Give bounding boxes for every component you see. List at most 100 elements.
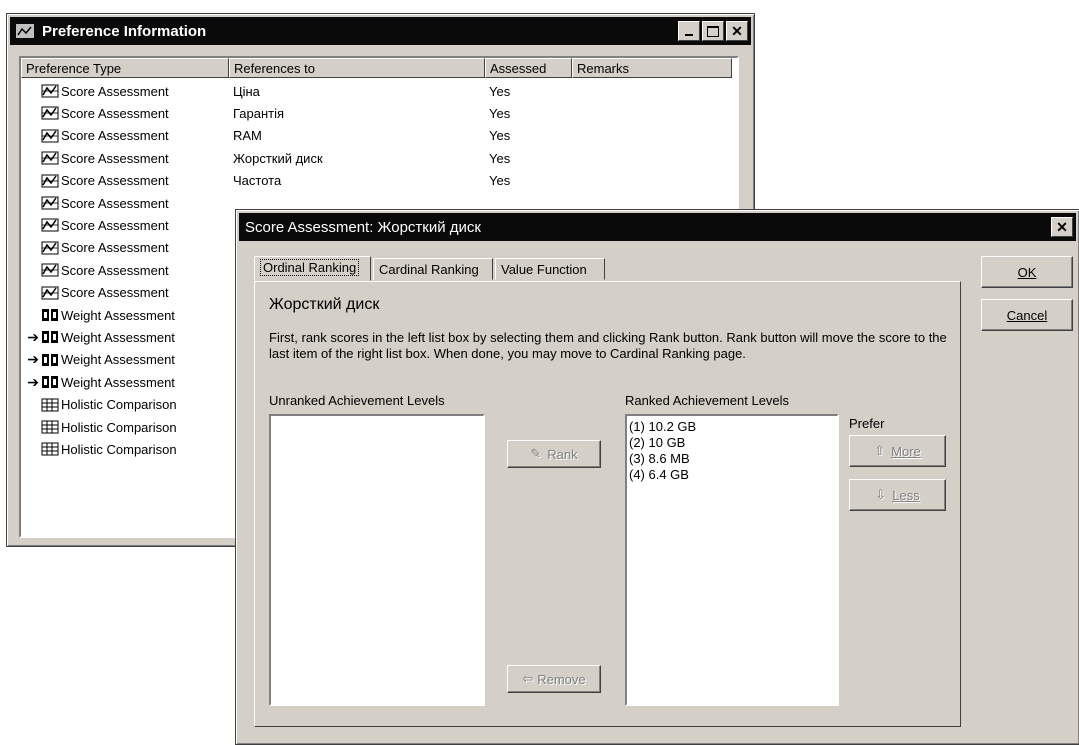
- holistic-icon: [41, 420, 59, 434]
- preference-row[interactable]: Score Assessment Жорсткий диск Yes: [21, 147, 737, 169]
- preference-type-cell: ➔ Weight Assessment: [21, 351, 229, 368]
- score-icon: [41, 263, 59, 277]
- preference-type-label: Score Assessment: [61, 195, 169, 211]
- unranked-levels-label: Unranked Achievement Levels: [269, 393, 445, 408]
- weight-icon: [42, 309, 58, 321]
- column-header-preference-type[interactable]: Preference Type: [21, 58, 229, 78]
- tab-strip: Ordinal Ranking Cardinal Ranking Value F…: [254, 256, 614, 282]
- preference-row[interactable]: Score Assessment RAM Yes: [21, 125, 737, 147]
- score-icon: [41, 218, 59, 232]
- preference-type-label: Score Assessment: [61, 150, 169, 166]
- preference-type-label: Holistic Comparison: [61, 397, 177, 413]
- preference-type-label: Holistic Comparison: [61, 441, 177, 457]
- references-to-cell: Гарантія: [233, 105, 285, 121]
- weight-icon: [42, 376, 58, 389]
- score-icon: [41, 84, 59, 98]
- preference-type-cell: Holistic Comparison: [21, 397, 229, 412]
- preference-type-cell: Score Assessment: [21, 106, 229, 121]
- preference-type-label: Score Assessment: [61, 285, 169, 301]
- preference-type-cell: Holistic Comparison: [21, 442, 229, 457]
- preference-type-cell: Score Assessment: [21, 84, 229, 99]
- preference-type-label: Weight Assessment: [61, 352, 175, 368]
- assessed-cell: Yes: [489, 173, 511, 189]
- ranked-levels-label: Ranked Achievement Levels: [625, 393, 790, 408]
- ranked-level-item[interactable]: (1) 10.2 GB: [627, 419, 837, 435]
- attribute-heading: Жорсткий диск: [269, 296, 380, 313]
- rank-button[interactable]: ✎ Rank: [507, 440, 601, 468]
- preference-type-cell: Score Assessment: [21, 285, 229, 300]
- unranked-levels-listbox[interactable]: [269, 414, 485, 706]
- close-icon: ✕: [1056, 218, 1068, 235]
- score-icon: [41, 174, 59, 188]
- cancel-button[interactable]: Cancel: [981, 299, 1073, 331]
- column-header-remarks[interactable]: Remarks: [572, 58, 732, 78]
- preference-row[interactable]: Score Assessment Ціна Yes: [21, 80, 737, 102]
- close-icon: ✕: [731, 22, 743, 39]
- preference-type-cell: Score Assessment: [21, 151, 229, 166]
- score-icon: [41, 129, 59, 143]
- preference-type-label: Score Assessment: [61, 83, 169, 99]
- maximize-button[interactable]: [702, 21, 724, 41]
- arrow-left-icon: ⇦: [522, 671, 534, 686]
- ranked-level-item[interactable]: (2) 10 GB: [627, 435, 837, 451]
- weight-icon: [42, 331, 58, 344]
- rank-icon: ✎: [530, 446, 542, 461]
- preference-window-title: Preference Information: [42, 22, 207, 40]
- preference-type-cell: ➔ Weight Assessment: [21, 329, 229, 346]
- preference-type-cell: Weight Assessment: [21, 308, 229, 323]
- ranked-levels-listbox[interactable]: (1) 10.2 GB (2) 10 GB (3) 8.6 MB (4) 6.4…: [625, 414, 839, 706]
- score-icon: [41, 286, 59, 300]
- dialog-title: Score Assessment: Жорсткий диск: [245, 218, 481, 236]
- preference-type-label: Score Assessment: [61, 105, 169, 121]
- assessed-cell: Yes: [489, 105, 511, 121]
- preference-type-cell: Score Assessment: [21, 173, 229, 188]
- score-icon: [41, 241, 59, 255]
- assessed-cell: Yes: [489, 150, 511, 166]
- preference-type-label: Score Assessment: [61, 173, 169, 189]
- minimize-icon: [685, 34, 693, 36]
- score-icon: [41, 106, 59, 120]
- holistic-icon: [41, 398, 59, 412]
- preference-row[interactable]: Score Assessment Частота Yes: [21, 170, 737, 192]
- preference-type-cell: Score Assessment: [21, 128, 229, 143]
- more-button[interactable]: ⇧ More: [849, 435, 946, 467]
- preference-type-cell: Holistic Comparison: [21, 420, 229, 435]
- preference-type-label: Score Assessment: [61, 128, 169, 144]
- preference-row[interactable]: Score Assessment Гарантія Yes: [21, 102, 737, 124]
- references-to-cell: Жорсткий диск: [233, 150, 323, 166]
- dialog-close-button[interactable]: ✕: [1051, 217, 1073, 237]
- preference-type-label: Holistic Comparison: [61, 419, 177, 435]
- tab-cardinal-ranking[interactable]: Cardinal Ranking: [373, 258, 493, 280]
- dialog-titlebar[interactable]: Score Assessment: Жорсткий диск ✕: [239, 213, 1076, 241]
- ok-button[interactable]: OK: [981, 256, 1073, 288]
- column-header-assessed[interactable]: Assessed: [485, 58, 572, 78]
- preference-type-label: Weight Assessment: [61, 329, 175, 345]
- preference-window-titlebar[interactable]: Preference Information ✕: [10, 17, 751, 45]
- less-button[interactable]: ⇩ Less: [849, 479, 946, 511]
- ranked-level-item[interactable]: (4) 6.4 GB: [627, 467, 837, 483]
- preference-type-cell: Score Assessment: [21, 240, 229, 255]
- minimize-button[interactable]: [678, 21, 700, 41]
- references-to-cell: RAM: [233, 128, 262, 144]
- score-assessment-dialog: Score Assessment: Жорсткий диск ✕ Ordina…: [235, 209, 1079, 745]
- tab-value-function[interactable]: Value Function: [495, 258, 605, 280]
- remove-button[interactable]: ⇦ Remove: [507, 665, 601, 693]
- instructions-text: First, rank scores in the left list box …: [269, 330, 947, 361]
- close-button[interactable]: ✕: [726, 21, 748, 41]
- references-to-cell: Ціна: [233, 83, 260, 99]
- preference-type-cell: Score Assessment: [21, 218, 229, 233]
- maximize-icon: [707, 25, 719, 37]
- ranked-level-item[interactable]: (3) 8.6 MB: [627, 451, 837, 467]
- tab-ordinal-ranking[interactable]: Ordinal Ranking: [254, 256, 371, 281]
- preference-type-cell: Score Assessment: [21, 196, 229, 211]
- references-to-cell: Частота: [233, 173, 282, 189]
- arrow-right-icon: ➔: [27, 373, 39, 390]
- app-icon: [16, 24, 34, 38]
- assessed-cell: Yes: [489, 83, 511, 99]
- score-icon: [41, 196, 59, 210]
- preference-type-label: Score Assessment: [61, 240, 169, 256]
- weight-icon: [42, 353, 58, 366]
- tab-panel: Жорсткий диск First, rank scores in the …: [254, 281, 961, 727]
- column-header-references-to[interactable]: References to: [229, 58, 485, 78]
- preference-type-cell: Score Assessment: [21, 263, 229, 278]
